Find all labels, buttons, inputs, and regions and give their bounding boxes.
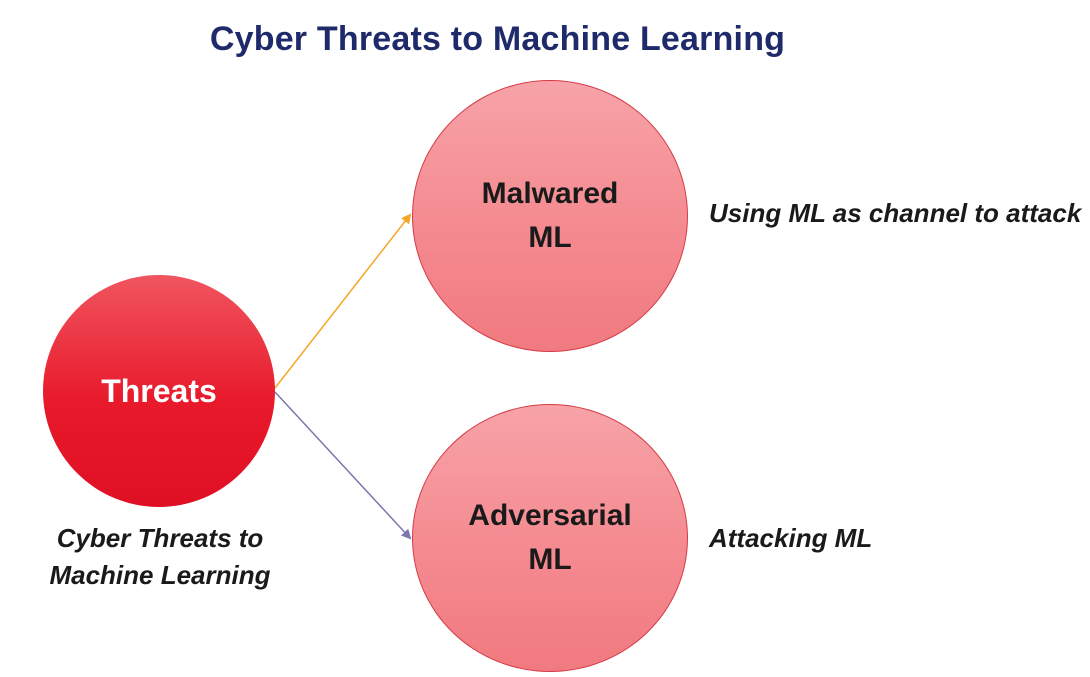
threats-node-label: Threats — [101, 372, 217, 409]
arrow-threats-to-malwared — [274, 213, 412, 389]
adversarial-ml-node-label: Adversarial ML — [468, 499, 632, 576]
adversarial-ml-caption: Attacking ML — [709, 523, 873, 553]
threats-node: Threats — [43, 275, 275, 507]
malwared-ml-node-label: Malwared ML — [481, 177, 619, 254]
adversarial-ml-node: Adversarial ML — [412, 404, 688, 672]
malwared-ml-node: Malwared ML — [412, 80, 688, 352]
arrow-threats-to-adversarial — [274, 391, 412, 540]
threats-caption: Cyber Threats to Machine Learning — [49, 523, 271, 590]
malwared-ml-caption: Using ML as channel to attack — [709, 198, 1082, 228]
